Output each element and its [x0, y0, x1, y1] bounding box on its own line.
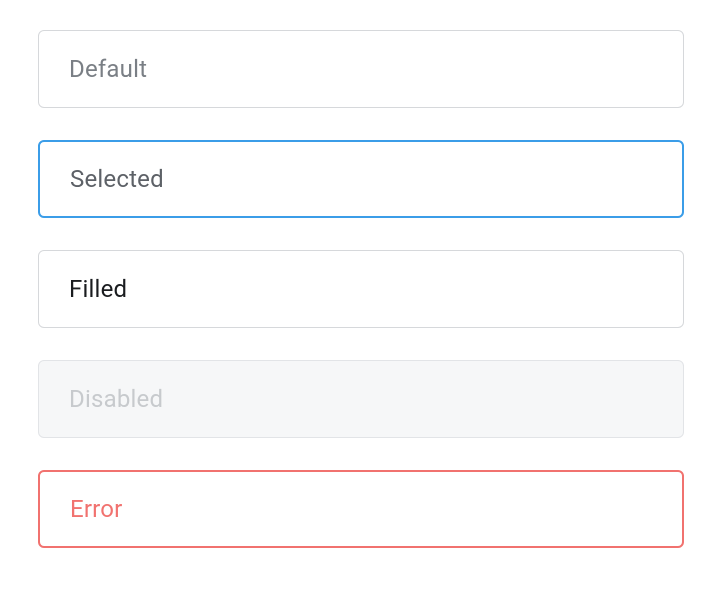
- filled-input[interactable]: Filled: [38, 250, 684, 328]
- default-input-label: Default: [69, 55, 147, 83]
- default-input[interactable]: Default: [38, 30, 684, 108]
- selected-input-label: Selected: [70, 165, 164, 193]
- filled-input-label: Filled: [69, 275, 127, 303]
- disabled-input: Disabled: [38, 360, 684, 438]
- error-input-label: Error: [70, 495, 123, 523]
- selected-input[interactable]: Selected: [38, 140, 684, 218]
- input-states-stack: Default Selected Filled Disabled Error: [38, 30, 684, 548]
- disabled-input-label: Disabled: [69, 385, 163, 413]
- error-input[interactable]: Error: [38, 470, 684, 548]
